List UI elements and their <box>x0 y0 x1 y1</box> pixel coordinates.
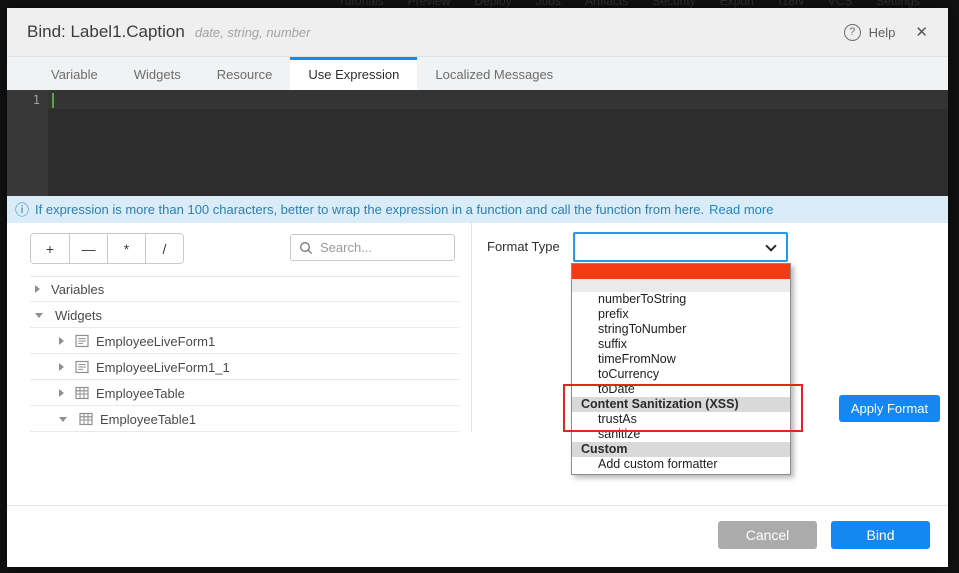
tree-item-label: EmployeeTable <box>96 386 185 401</box>
chevron-down-icon[interactable] <box>35 313 43 318</box>
chevron-right-icon[interactable] <box>59 363 64 371</box>
format-type-label: Format Type <box>487 232 560 262</box>
editor-line-number: 1 <box>33 93 40 107</box>
dialog-header: Bind: Label1.Caption date, string, numbe… <box>7 8 948 57</box>
dropdown-group-content-sanitization-xss: Content Sanitization (XSS) <box>572 397 790 412</box>
background-menu-settings: Settings <box>876 0 919 8</box>
background-menu-vcs: VCS <box>828 0 853 8</box>
dropdown-option-todate[interactable]: toDate <box>572 382 790 397</box>
dialog-title: Bind: Label1.Caption <box>27 22 185 42</box>
form-widget-icon <box>75 360 89 374</box>
tab-use-expression[interactable]: Use Expression <box>290 57 417 90</box>
help-label[interactable]: Help <box>869 25 896 40</box>
expression-editor[interactable]: 1 <box>7 90 948 196</box>
format-type-select[interactable] <box>573 232 788 262</box>
background-menu-deploy: Deploy <box>474 0 511 8</box>
chevron-right-icon[interactable] <box>35 285 40 293</box>
help-icon[interactable]: ? <box>844 24 861 41</box>
background-menu-security: Security <box>652 0 695 8</box>
chevron-down-icon[interactable] <box>59 417 67 422</box>
editor-current-line <box>48 90 948 109</box>
tab-localized-messages[interactable]: Localized Messages <box>417 57 571 90</box>
info-icon: ⓘ <box>15 200 29 220</box>
background-menu-i18n: I18N <box>778 0 803 8</box>
search-input[interactable] <box>320 240 446 255</box>
background-menu-tutorials: Tutorials <box>338 0 384 8</box>
dropdown-option-stringtonumber[interactable]: stringToNumber <box>572 322 790 337</box>
dropdown-option-tocurrency[interactable]: toCurrency <box>572 367 790 382</box>
background-app-menubar: Tutorials Preview Deploy Jobs Artifacts Secur… <box>338 0 920 8</box>
expression-source-panel: +—*/ Variables Widgets EmployeeLiveForm1 Em… <box>7 223 472 432</box>
tab-widgets[interactable]: Widgets <box>116 57 199 90</box>
cancel-button[interactable]: Cancel <box>718 521 817 549</box>
tree-item-label: EmployeeLiveForm1_1 <box>96 360 230 375</box>
info-text: If expression is more than 100 character… <box>35 202 704 217</box>
tree-item-label: Widgets <box>55 308 102 323</box>
format-type-dropdown: numberToStringprefixstringToNumbersuffix… <box>571 263 791 475</box>
background-menu-export: Export <box>720 0 755 8</box>
tab-variable[interactable]: Variable <box>33 57 116 90</box>
apply-format-button[interactable]: Apply Format <box>839 395 940 422</box>
editor-caret <box>52 93 54 108</box>
chevron-right-icon[interactable] <box>59 389 64 397</box>
dropdown-option-timefromnow[interactable]: timeFromNow <box>572 352 790 367</box>
binding-source-tree: Variables Widgets EmployeeLiveForm1 Employe… <box>7 276 471 432</box>
plus-operator-button[interactable]: + <box>31 234 69 263</box>
dialog-subtitle: date, string, number <box>195 25 311 40</box>
background-menu-preview: Preview <box>408 0 451 8</box>
tree-item-employeeliveform1[interactable]: EmployeeLiveForm1 <box>7 328 471 354</box>
form-widget-icon <box>75 334 89 348</box>
multiply-operator-button[interactable]: * <box>107 234 145 263</box>
tree-item-employeeliveform1-1[interactable]: EmployeeLiveForm1_1 <box>7 354 471 380</box>
background-menu-artifacts: Artifacts <box>585 0 628 8</box>
dropdown-option-suffix[interactable]: suffix <box>572 337 790 352</box>
dropdown-group-custom: Custom <box>572 442 790 457</box>
editor-gutter: 1 <box>7 90 48 196</box>
dropdown-blank-option[interactable] <box>572 279 790 292</box>
editor-code-area[interactable] <box>48 90 948 196</box>
footer-divider <box>7 505 948 506</box>
close-icon[interactable]: ✕ <box>915 23 928 41</box>
tree-item-variables[interactable]: Variables <box>7 276 471 302</box>
dropdown-option-prefix[interactable]: prefix <box>572 307 790 322</box>
bind-dialog: Bind: Label1.Caption date, string, numbe… <box>7 8 948 567</box>
search-box[interactable] <box>290 234 455 261</box>
dropdown-option-numbertostring[interactable]: numberToString <box>572 292 790 307</box>
dropdown-option-sanitize[interactable]: sanitize <box>572 427 790 442</box>
chevron-right-icon[interactable] <box>59 337 64 345</box>
info-bar: ⓘ If expression is more than 100 charact… <box>7 196 948 223</box>
dropdown-option-add-custom-formatter[interactable]: Add custom formatter <box>572 457 790 472</box>
table-widget-icon <box>79 412 93 426</box>
tree-item-widgets[interactable]: Widgets <box>7 302 471 328</box>
tab-resource[interactable]: Resource <box>199 57 291 90</box>
read-more-link[interactable]: Read more <box>709 202 773 217</box>
chevron-down-icon <box>765 240 776 251</box>
table-widget-icon <box>75 386 89 400</box>
dialog-tabbar: VariableWidgetsResourceUse ExpressionLoc… <box>7 57 948 90</box>
tree-item-label: EmployeeLiveForm1 <box>96 334 215 349</box>
minus-operator-button[interactable]: — <box>69 234 107 263</box>
search-icon <box>299 241 313 255</box>
dropdown-selected-blank-option[interactable] <box>572 264 790 279</box>
operator-button-group: +—*/ <box>30 233 184 264</box>
background-menu-jobs: Jobs <box>536 0 561 8</box>
dropdown-option-trustas[interactable]: trustAs <box>572 412 790 427</box>
tree-item-label: EmployeeTable1 <box>100 412 196 427</box>
tree-item-employeetable1[interactable]: EmployeeTable1 <box>7 406 471 432</box>
tree-item-employeetable[interactable]: EmployeeTable <box>7 380 471 406</box>
bind-button[interactable]: Bind <box>831 521 930 549</box>
divide-operator-button[interactable]: / <box>145 234 183 263</box>
tree-item-label: Variables <box>51 282 104 297</box>
